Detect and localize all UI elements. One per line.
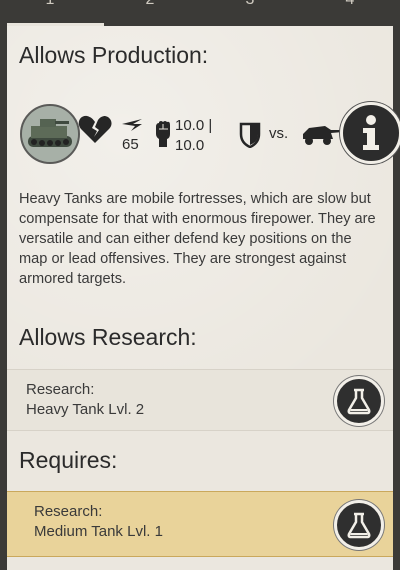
tab-2[interactable]: 2 xyxy=(100,0,200,17)
speed-icon xyxy=(122,119,142,131)
armored-vehicle-icon xyxy=(303,126,343,145)
required-item-card[interactable]: Research: Medium Tank Lvl. 1 xyxy=(7,491,393,557)
broken-heart-icon xyxy=(78,115,112,143)
detail-panel: Allows Production: 65 10.0 | 10.0 vs. He… xyxy=(7,26,400,570)
versus-label: vs. xyxy=(269,125,289,142)
section-title-allows-research: Allows Research: xyxy=(19,324,197,350)
armor-shield-icon xyxy=(239,122,261,148)
section-title-requires: Requires: xyxy=(19,447,118,473)
unit-portrait-heavy-tank[interactable] xyxy=(20,104,80,164)
research-flask-button[interactable] xyxy=(334,376,384,426)
research-item-type: Research: xyxy=(26,381,95,398)
tab-1[interactable]: 1 xyxy=(0,0,100,17)
tab-label: 4 xyxy=(346,0,355,8)
tab-label: 2 xyxy=(146,0,155,8)
info-icon xyxy=(363,115,379,150)
info-button[interactable] xyxy=(340,102,400,164)
unit-description: Heavy Tanks are mobile fortresses, which… xyxy=(19,191,376,287)
attack-value-line1: 10.0 | xyxy=(175,117,213,134)
heavy-tank-icon xyxy=(22,106,78,162)
tab-3[interactable]: 3 xyxy=(200,0,300,17)
tab-bar: 1 2 3 4 xyxy=(0,0,400,26)
required-item-type: Research: xyxy=(34,503,103,520)
tab-label: 1 xyxy=(46,0,55,8)
unit-stats-row: 65 10.0 | 10.0 vs. xyxy=(7,102,393,164)
tab-label: 3 xyxy=(246,0,255,8)
flask-icon xyxy=(347,512,371,539)
required-flask-button[interactable] xyxy=(334,500,384,550)
research-item-card[interactable]: Research: Heavy Tank Lvl. 2 xyxy=(7,369,393,431)
speed-value: 65 xyxy=(122,136,139,153)
tab-4[interactable]: 4 xyxy=(300,0,400,17)
section-title-allows-production: Allows Production: xyxy=(19,42,209,68)
research-item-name: Heavy Tank Lvl. 2 xyxy=(26,401,145,418)
required-item-name: Medium Tank Lvl. 1 xyxy=(34,523,163,540)
flask-icon xyxy=(347,388,371,415)
attack-value-line2: 10.0 xyxy=(175,137,205,154)
fist-attack-icon xyxy=(156,121,170,147)
